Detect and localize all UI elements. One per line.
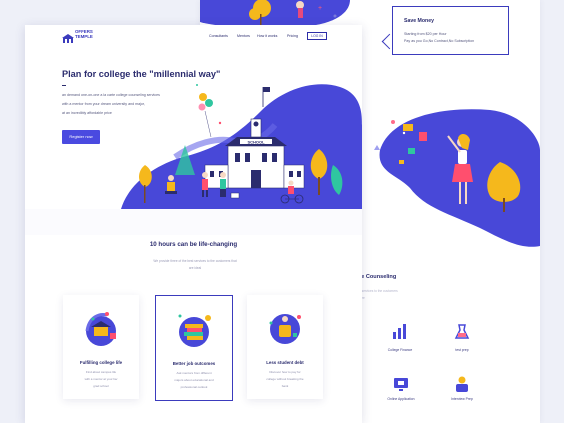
svg-text:+: + bbox=[318, 5, 322, 12]
college-life-icon bbox=[85, 312, 116, 346]
card-title: Less student debt bbox=[266, 360, 304, 365]
service-interview-prep[interactable]: Interview Prep bbox=[437, 397, 487, 401]
hero-description: an demand one-on-one a la carte college … bbox=[62, 93, 160, 115]
section-subtitle: We provide three of the best services to… bbox=[153, 259, 237, 270]
tooltip-body: Starting from $20 per Hour Pay as you Go… bbox=[404, 32, 475, 43]
college-finance-icon bbox=[393, 324, 406, 339]
register-button[interactable]: Register now bbox=[62, 130, 100, 144]
hero-title: Plan for college the "millennial way" bbox=[62, 69, 221, 79]
job-outcomes-icon bbox=[178, 314, 211, 347]
card-title: Fulfilling college life bbox=[79, 360, 123, 365]
card-student-debt[interactable]: Less student debt Discover how to pay fo… bbox=[247, 295, 323, 399]
front-page: OFFERS TEMPLE Consultants Mentors How it… bbox=[25, 25, 362, 423]
service-college-finance[interactable]: College Finance bbox=[375, 348, 425, 352]
test-prep-icon bbox=[454, 324, 470, 339]
hero-divider bbox=[62, 85, 66, 86]
card-job-outcomes[interactable]: Better job outcomes Ask mentors from dif… bbox=[155, 295, 233, 401]
card-title: Better job outcomes bbox=[172, 361, 216, 366]
service-online-application[interactable]: Online Application bbox=[376, 397, 426, 401]
tooltip-title: Save Money bbox=[404, 18, 434, 24]
service-test-prep[interactable]: test prep bbox=[437, 348, 487, 352]
student-debt-icon bbox=[269, 314, 301, 344]
section-title: 10 hours can be life-changing bbox=[149, 241, 238, 248]
card-body: Ask mentors from different majors about … bbox=[174, 371, 214, 389]
card-college-life[interactable]: Fulfilling college life Find about campu… bbox=[63, 295, 139, 399]
counseling-subtitle: ciate services to the customers that are bbox=[354, 289, 398, 300]
online-application-icon bbox=[394, 378, 408, 391]
card-body: Discover how to pay for college without … bbox=[266, 370, 304, 388]
school-sign: SCHOOL bbox=[247, 139, 265, 144]
interview-prep-icon bbox=[456, 376, 468, 392]
save-money-tooltip: Save Money Starting from $20 per Hour Pa… bbox=[392, 6, 509, 55]
card-body: Find about campus life with a mentor at … bbox=[84, 370, 118, 388]
